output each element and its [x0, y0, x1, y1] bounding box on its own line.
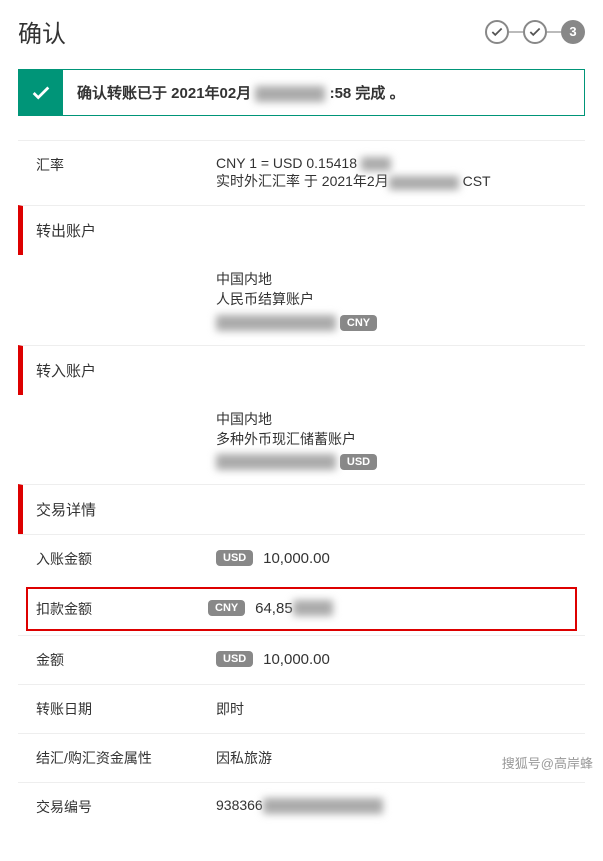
currency-badge: USD: [340, 454, 377, 470]
check-icon: [30, 82, 52, 104]
rate-line2-suffix: CST: [463, 173, 491, 189]
from-region: 中国内地: [216, 269, 575, 289]
empty-label: [36, 409, 216, 470]
from-account-name: 人民币结算账户: [216, 289, 575, 309]
confirm-icon-wrap: [19, 70, 63, 115]
purpose-row: 结汇/购汇资金属性 因私旅游: [18, 733, 585, 782]
rate-value: CNY 1 = USD 0.15418 实时外汇汇率 于 2021年2月 CST: [216, 155, 575, 191]
step-indicator: 3: [485, 20, 585, 44]
confirm-suffix: :58 完成 。: [330, 85, 405, 102]
ref-row: 交易编号 938366: [18, 782, 585, 831]
currency-badge: CNY: [340, 315, 377, 331]
to-account-header: 转入账户: [18, 345, 585, 395]
amount-value: USD 10,000.00: [216, 650, 575, 670]
to-region: 中国内地: [216, 409, 575, 429]
step-2-done: [523, 20, 547, 44]
redacted: [216, 315, 336, 331]
step-connector: [547, 31, 561, 33]
step-connector: [509, 31, 523, 33]
redacted: [216, 454, 336, 470]
credit-label: 入账金额: [36, 549, 216, 569]
to-account-row: 中国内地 多种外币现汇储蓄账户 USD: [18, 395, 585, 484]
check-icon: [528, 25, 542, 39]
empty-label: [36, 269, 216, 330]
rate-line2: 实时外汇汇率 于 2021年2月 CST: [216, 171, 575, 191]
watermark: 搜狐号@高岸蜂: [502, 753, 593, 772]
currency-badge: CNY: [208, 600, 245, 616]
confirm-prefix: 确认转账已于 2021年02月: [77, 85, 251, 102]
redacted: [255, 86, 325, 102]
rate-label: 汇率: [36, 155, 216, 191]
ref-label: 交易编号: [36, 797, 216, 817]
credit-amount-row: 入账金额 USD 10,000.00: [18, 534, 585, 583]
from-account-row: 中国内地 人民币结算账户 CNY: [18, 255, 585, 344]
from-account-number: CNY: [216, 313, 575, 330]
step-1-done: [485, 20, 509, 44]
redacted: [361, 157, 391, 171]
from-account-value: 中国内地 人民币结算账户 CNY: [216, 269, 575, 330]
details-header: 交易详情: [18, 484, 585, 534]
debit-amount-prefix: 64,85: [255, 600, 293, 617]
header: 确认 3: [18, 10, 585, 53]
amount-amount: 10,000.00: [263, 651, 330, 668]
debit-value: CNY 64,85: [208, 599, 567, 619]
check-icon: [490, 25, 504, 39]
date-value: 即时: [216, 699, 575, 719]
debit-label: 扣款金额: [36, 599, 208, 619]
amount-label: 金额: [36, 650, 216, 670]
date-label: 转账日期: [36, 699, 216, 719]
credit-amount: 10,000.00: [263, 550, 330, 567]
confirm-text: 确认转账已于 2021年02月 :58 完成 。: [63, 70, 584, 115]
rate-line2-prefix: 实时外汇汇率 于 2021年2月: [216, 173, 389, 189]
from-account-header: 转出账户: [18, 205, 585, 255]
to-account-name: 多种外币现汇储蓄账户: [216, 429, 575, 449]
currency-badge: USD: [216, 550, 253, 566]
to-account-value: 中国内地 多种外币现汇储蓄账户 USD: [216, 409, 575, 470]
redacted: [293, 600, 333, 616]
purpose-label: 结汇/购汇资金属性: [36, 748, 216, 768]
ref-value: 938366: [216, 797, 575, 817]
date-row: 转账日期 即时: [18, 684, 585, 733]
to-account-number: USD: [216, 453, 575, 470]
redacted: [263, 798, 383, 814]
debit-amount-highlight: 扣款金额 CNY 64,85: [26, 587, 577, 631]
rate-row: 汇率 CNY 1 = USD 0.15418 实时外汇汇率 于 2021年2月 …: [18, 140, 585, 205]
amount-row: 金额 USD 10,000.00: [18, 635, 585, 684]
redacted: [389, 176, 459, 190]
page-title: 确认: [18, 14, 66, 49]
currency-badge: USD: [216, 651, 253, 667]
ref-prefix: 938366: [216, 797, 263, 813]
rate-line1: CNY 1 = USD 0.15418: [216, 155, 357, 171]
credit-value: USD 10,000.00: [216, 549, 575, 569]
confirmation-banner: 确认转账已于 2021年02月 :58 完成 。: [18, 69, 585, 116]
step-3-active: 3: [561, 20, 585, 44]
